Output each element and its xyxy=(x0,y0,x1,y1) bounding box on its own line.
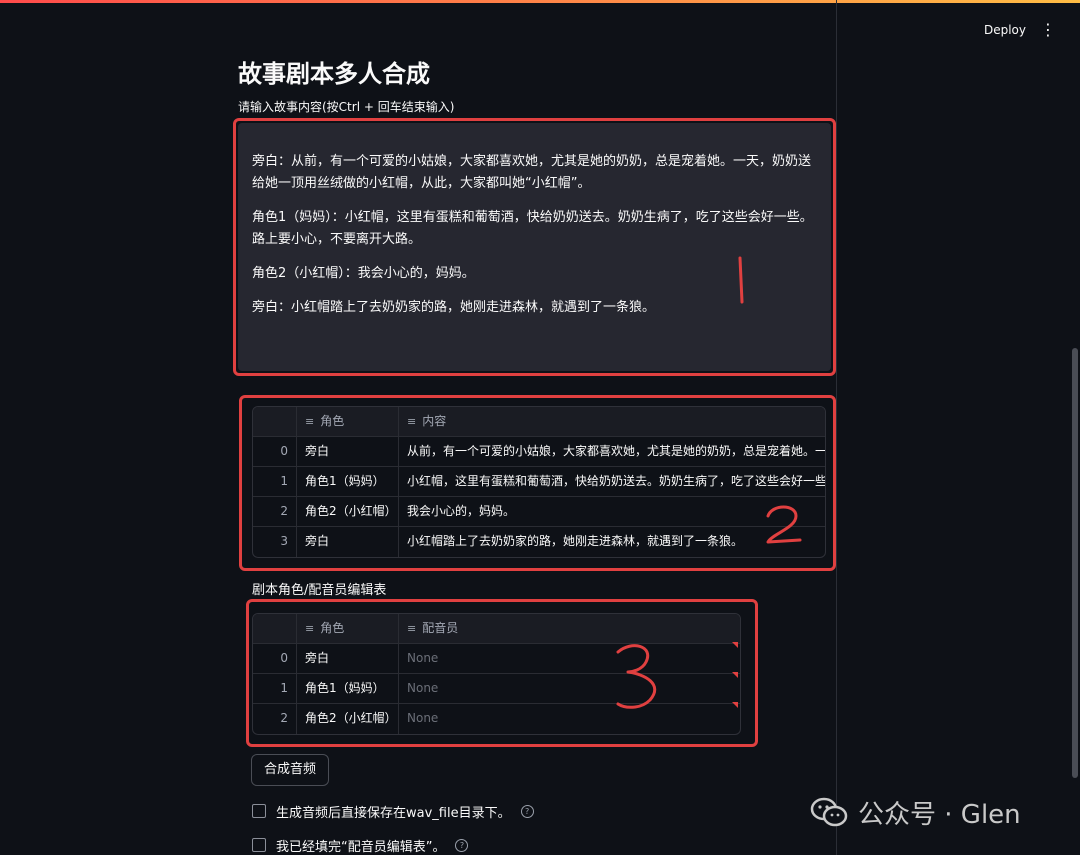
annotation-number-2 xyxy=(766,505,802,544)
help-icon[interactable]: ? xyxy=(520,804,534,818)
help-icon[interactable]: ? xyxy=(455,838,469,852)
wechat-icon xyxy=(810,797,848,827)
annotation-frame-2 xyxy=(239,395,836,571)
annotation-number-3 xyxy=(616,644,657,709)
deploy-button[interactable]: Deploy xyxy=(980,18,1030,42)
save-wav-checkbox-row[interactable]: 生成音频后直接保存在wav_file目录下。 ? xyxy=(252,801,534,821)
watermark: 公众号 · Glen xyxy=(810,794,1021,830)
page-title: 故事剧本多人合成 xyxy=(238,60,430,88)
confirm-filled-checkbox[interactable] xyxy=(252,838,266,852)
story-input-label: 请输入故事内容(按Ctrl + 回车结束输入) xyxy=(238,100,455,114)
save-wav-checkbox[interactable] xyxy=(252,804,266,818)
checkbox-label: 我已经填完“配音员编辑表”。 xyxy=(276,839,446,855)
top-accent-bar xyxy=(0,0,1080,3)
main-column-divider xyxy=(836,0,837,855)
voice-table-label: 剧本角色/配音员编辑表 xyxy=(252,583,387,598)
watermark-text: 公众号 · Glen xyxy=(858,799,1021,830)
annotation-frame-1 xyxy=(233,118,836,376)
checkbox-label: 生成音频后直接保存在wav_file目录下。 xyxy=(276,805,511,821)
confirm-filled-checkbox-row[interactable]: 我已经填完“配音员编辑表”。 ? xyxy=(252,835,469,855)
annotation-number-1 xyxy=(738,256,744,304)
more-menu-icon[interactable]: ⋮ xyxy=(1038,20,1058,40)
annotation-frame-3 xyxy=(246,599,758,747)
synthesize-audio-button[interactable]: 合成音频 xyxy=(251,754,329,786)
page-scrollbar[interactable] xyxy=(1072,348,1078,778)
